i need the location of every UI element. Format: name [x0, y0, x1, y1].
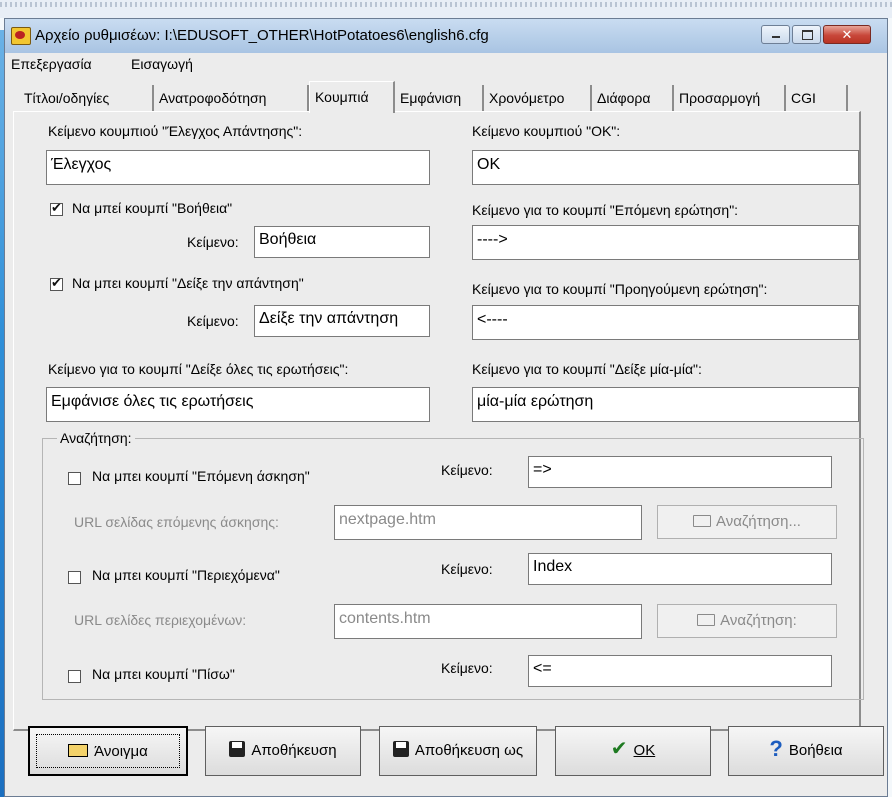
contents-checkbox[interactable] — [68, 571, 81, 584]
show-answer-checkbox-label: Να μπει κουμπί "Δείξε την απάντηση" — [72, 275, 304, 291]
next-exercise-browse-label: Αναζήτηση... — [716, 513, 801, 530]
back-text-input[interactable]: <= — [528, 655, 832, 687]
contents-url-input[interactable]: contents.htm — [334, 604, 642, 639]
save-as-disk-icon — [392, 741, 409, 758]
next-exercise-text-label: Κείμενο: — [441, 462, 493, 478]
back-checkbox-label: Να μπει κουμπί "Πίσω" — [92, 666, 235, 682]
back-checkbox[interactable] — [68, 670, 81, 683]
check-button-label: Κείμενο κουμπιού "Έλεγχος Απάντησης": — [48, 123, 303, 139]
ok-button[interactable]: ✔ OK — [555, 726, 711, 776]
tab-cgi[interactable]: CGI — [786, 85, 848, 111]
close-button[interactable]: ✕ — [823, 25, 871, 44]
tab-appearance[interactable]: Εμφάνιση — [395, 85, 484, 111]
next-exercise-browse-button[interactable]: Αναζήτηση... — [657, 505, 837, 539]
navigation-group-title: Αναζήτηση: — [57, 430, 135, 446]
help-button[interactable]: ? Βοήθεια — [728, 726, 884, 776]
open-button-label: Άνοιγμα — [94, 743, 148, 760]
show-answer-checkbox[interactable] — [50, 275, 63, 291]
tab-buttons[interactable]: Κουμπιά — [309, 81, 395, 113]
show-all-text-input[interactable]: Εμφάνισε όλες τις ερωτήσεις — [46, 387, 430, 422]
contents-url-label: URL σελίδες περιεχομένων: — [74, 612, 247, 628]
close-icon: ✕ — [841, 27, 853, 42]
next-exercise-text-input[interactable]: => — [528, 456, 832, 488]
show-answer-text-label: Κείμενο: — [187, 313, 239, 329]
contents-text-input[interactable]: Index — [528, 553, 832, 585]
check-icon: ✔ — [610, 738, 628, 761]
menu-bar: Επεξεργασία Εισαγωγή — [5, 53, 887, 75]
minimize-button[interactable] — [761, 25, 790, 44]
next-question-text-input[interactable]: ----> — [472, 225, 859, 260]
tab-feedback[interactable]: Ανατροφοδότηση — [154, 85, 309, 111]
one-by-one-label: Κείμενο για το κουμπί "Δείξε μία-μία": — [472, 361, 702, 377]
maximize-button[interactable] — [792, 25, 821, 44]
contents-text-label: Κείμενο: — [441, 561, 493, 577]
contents-browse-button[interactable]: Αναζήτηση: — [657, 604, 837, 638]
tab-titles-instructions[interactable]: Τίτλοι/οδηγίες — [19, 85, 154, 111]
folder-icon — [693, 515, 712, 527]
next-question-label: Κείμενο για το κουμπί "Επόμενη ερώτηση": — [472, 202, 739, 218]
hotpotatoes-app-icon — [11, 27, 31, 45]
ok-button-text-input[interactable]: OK — [472, 150, 859, 185]
window-title: Αρχείο ρυθμισέων: I:\EDUSOFT_OTHER\HotPo… — [35, 27, 489, 44]
hint-checkbox-label: Να μπεί κουμπί "Βοήθεια" — [72, 200, 233, 216]
save-disk-icon — [229, 741, 246, 758]
contents-browse-label: Αναζήτηση: — [720, 612, 797, 629]
save-as-button-label: Αποθήκευση ως — [414, 742, 524, 759]
tab-custom[interactable]: Προσαρμογή — [674, 85, 786, 111]
hint-checkbox[interactable] — [50, 200, 63, 216]
next-exercise-checkbox-label: Να μπει κουμπί "Επόμενη άσκηση" — [92, 468, 310, 484]
title-bar: Αρχείο ρυθμισέων: I:\EDUSOFT_OTHER\HotPo… — [5, 19, 887, 53]
next-exercise-url-label: URL σελίδας επόμενης άσκησης: — [74, 514, 279, 530]
show-all-label: Κείμενο για το κουμπί "Δείξε όλες τις ερ… — [48, 361, 349, 377]
save-button-label: Αποθήκευση — [251, 742, 337, 759]
one-by-one-text-input[interactable]: μία-μία ερώτηση — [472, 387, 859, 422]
contents-checkbox-label: Να μπει κουμπί "Περιεχόμενα" — [92, 567, 280, 583]
menu-edit[interactable]: Επεξεργασία — [11, 56, 92, 72]
hint-text-label: Κείμενο: — [187, 234, 239, 250]
prev-question-text-input[interactable]: <---- — [472, 305, 859, 340]
show-answer-text-input[interactable]: Δείξε την απάντηση — [254, 305, 430, 337]
menu-insert[interactable]: Εισαγωγή — [131, 56, 193, 72]
ok-button-label: Κείμενο κουμπιού "OK": — [472, 123, 621, 139]
help-button-label: Βοήθεια — [788, 742, 843, 759]
prev-question-label: Κείμενο για το κουμπί "Προηγούμενη ερώτη… — [472, 281, 768, 297]
help-icon: ? — [769, 736, 783, 762]
save-as-button[interactable]: Αποθήκευση ως — [379, 726, 537, 776]
tab-timer[interactable]: Χρονόμετρο — [484, 85, 592, 111]
open-button[interactable]: Άνοιγμα — [28, 726, 188, 776]
open-folder-icon — [68, 743, 89, 757]
ok-button-label: OK — [633, 742, 656, 759]
folder-icon — [697, 614, 716, 626]
background-strip — [0, 0, 892, 18]
check-button-text-input[interactable]: Έλεγχος — [46, 150, 430, 185]
hint-text-input[interactable]: Βοήθεια — [254, 226, 430, 258]
back-text-label: Κείμενο: — [441, 660, 493, 676]
next-exercise-checkbox[interactable] — [68, 472, 81, 485]
tab-other[interactable]: Διάφορα — [592, 85, 674, 111]
save-button[interactable]: Αποθήκευση — [205, 726, 361, 776]
next-exercise-url-input[interactable]: nextpage.htm — [334, 505, 642, 540]
